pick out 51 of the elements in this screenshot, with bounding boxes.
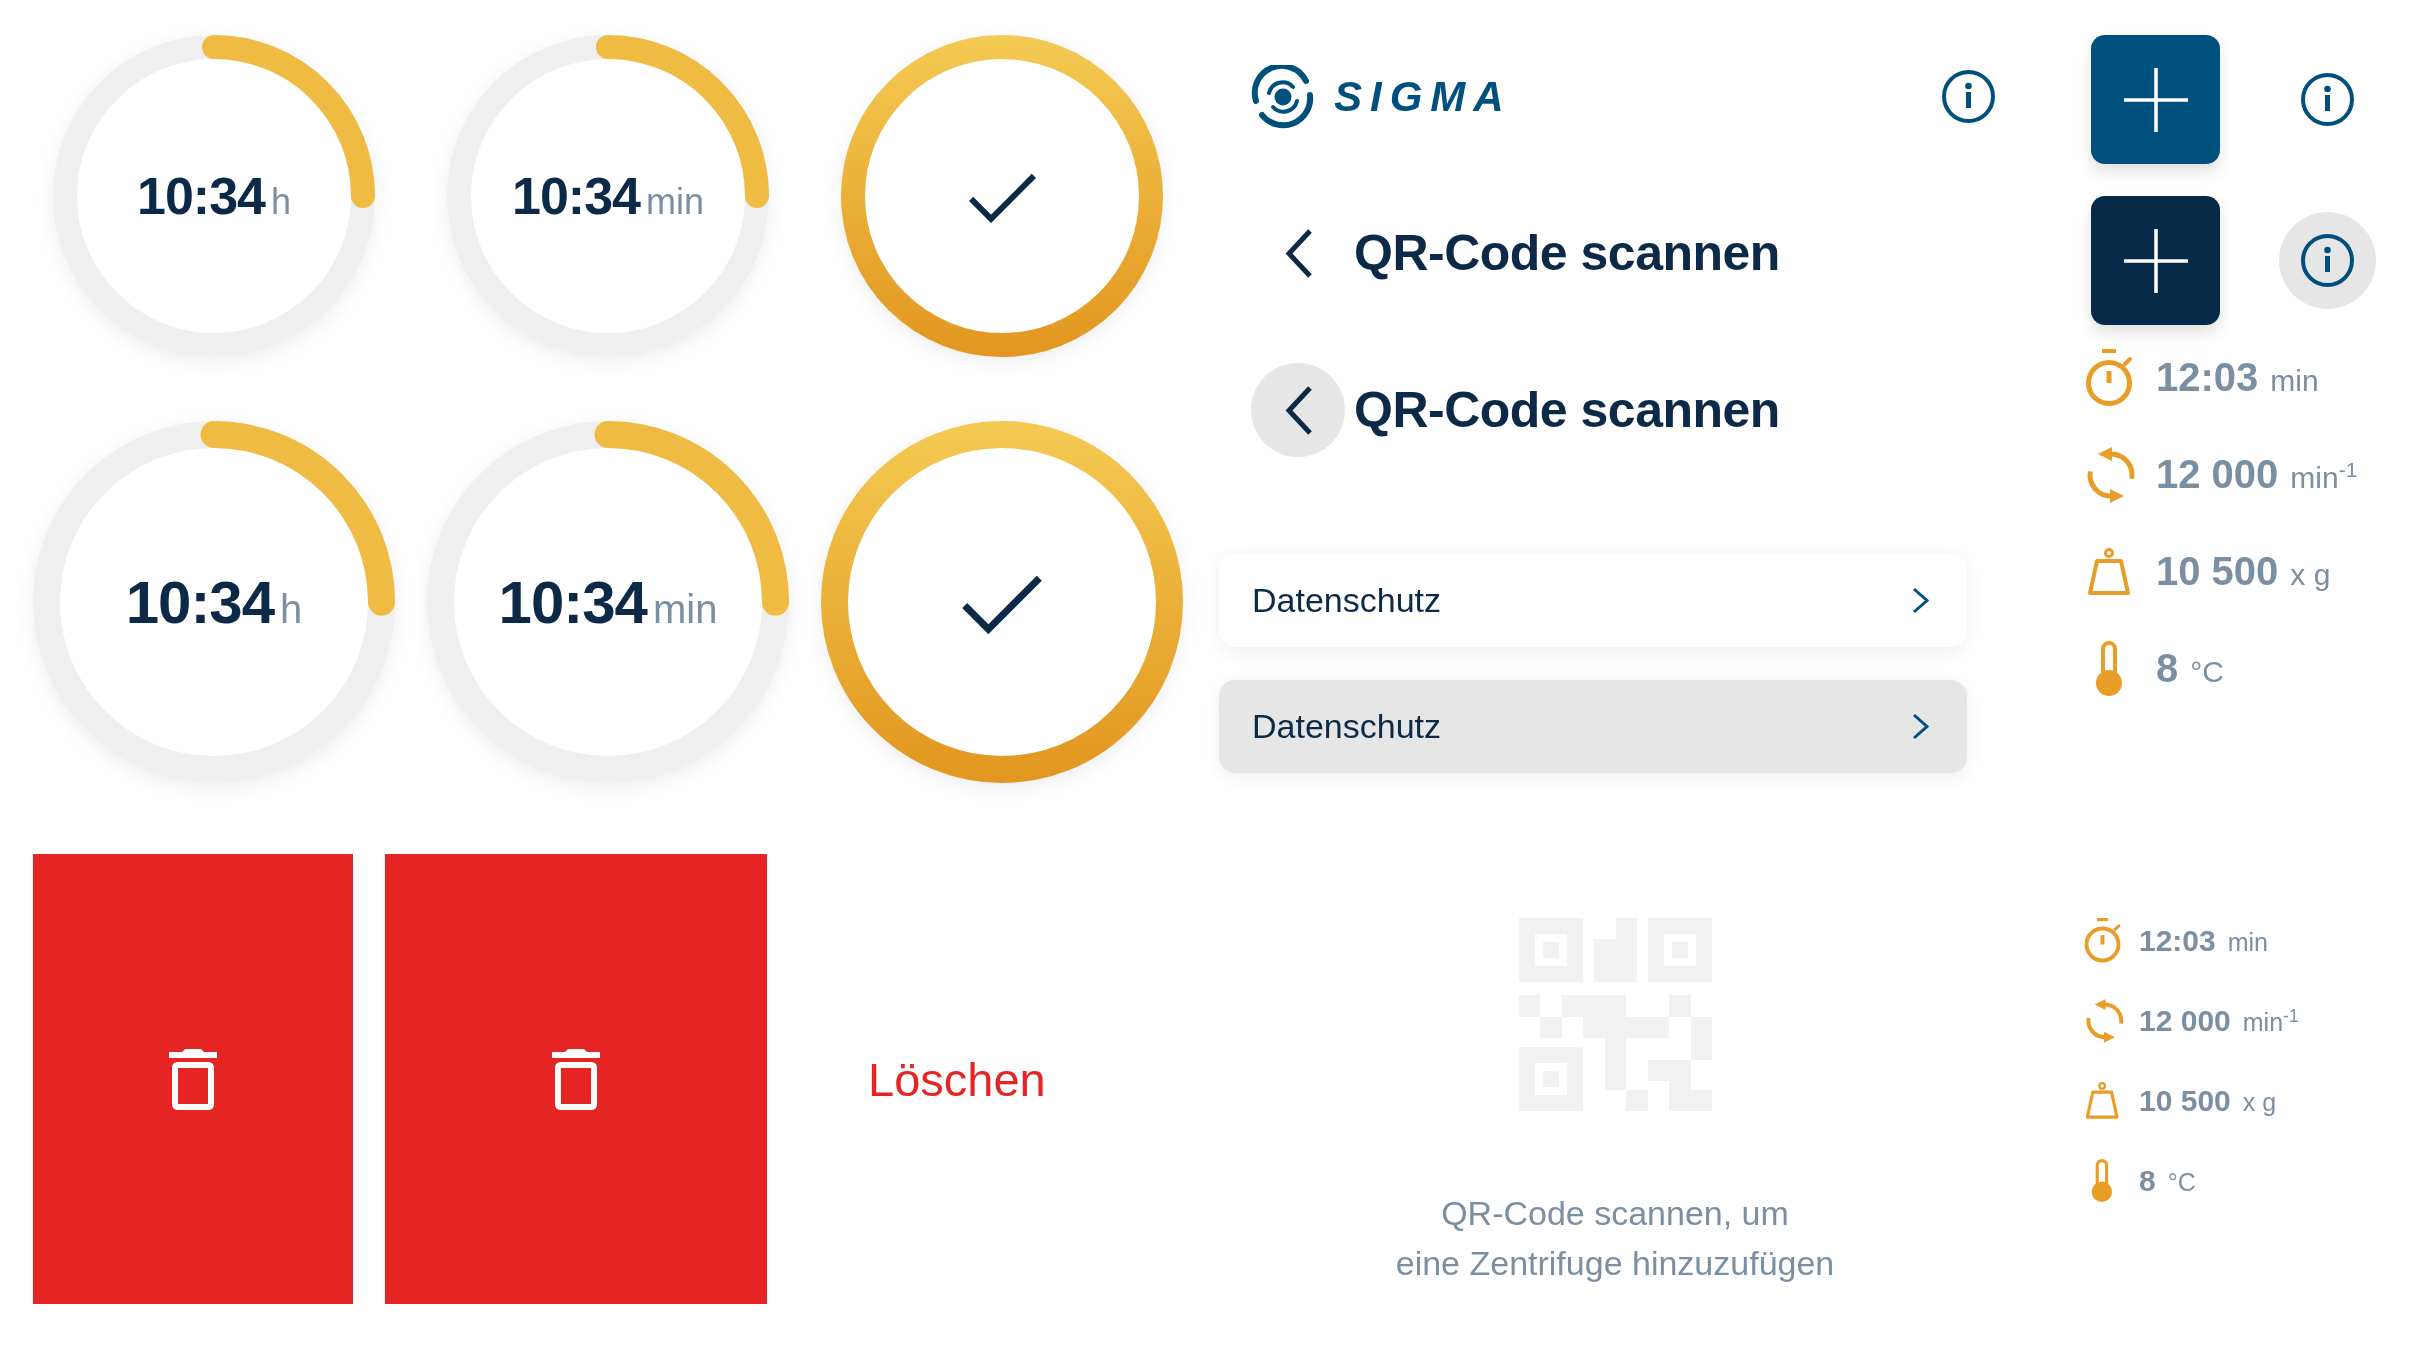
stat-unit: x g [2290,558,2331,592]
chevron-left-icon [1283,227,1313,279]
info-icon [2301,73,2354,126]
stopwatch-icon [2083,918,2122,964]
thermometer-icon [2095,640,2123,697]
delete-button[interactable]: Löschen [868,1051,1046,1107]
stat-value: 10 500 [2156,549,2279,594]
stat-value: 12:03 [2139,924,2216,958]
stat-unit: min$^{-1}$ [2242,1008,2299,1037]
stat-value: 8 [2139,1164,2156,1198]
stat-unit: °C [2167,1168,2196,1197]
qr-caption: QR-Code scannen, um eine Zentrifuge hinzuzufügen [1395,1193,1835,1284]
plus-icon [2123,67,2188,132]
list-item[interactable]: Datenschutz [1219,680,1967,773]
stat-value: 12 000 [2139,1004,2231,1038]
weight-icon [2084,1082,2120,1120]
timer-value: 10:34 [125,567,275,637]
list-item[interactable]: Datenschutz [1219,554,1967,647]
stat-unit: min [2227,928,2269,957]
trash-icon [552,1048,600,1110]
info-icon [1942,70,1995,123]
logo-icon [1251,64,1315,129]
stat-unit: min [2270,364,2319,398]
add-button[interactable] [2091,196,2220,325]
timer-unit: h [280,586,303,632]
logo-text: SIGMA [1334,72,1512,121]
stat-unit: x g [2242,1088,2277,1117]
stat-unit: °C [2190,655,2224,689]
trash-icon [169,1048,217,1110]
timer-value: 10:34 [137,166,265,226]
add-button[interactable] [2091,35,2220,164]
timer-unit: min [646,181,704,223]
weight-icon [2087,547,2131,596]
chevron-left-icon [1283,384,1313,436]
timer-value: 10:34 [498,567,647,637]
timer-unit: h [271,181,291,223]
stopwatch-icon [2084,348,2134,407]
chevron-right-icon [1912,587,1929,614]
stat-value: 12 000 [2156,452,2279,497]
stat-unit: min$^{-1}$ [2290,461,2358,495]
stat-value: 8 [2156,646,2179,691]
thermometer-icon [2091,1159,2113,1203]
stat-value: 12:03 [2156,355,2259,400]
stat-value: 10 500 [2139,1084,2231,1118]
chevron-right-icon [1912,713,1929,740]
plus-icon [2123,228,2188,293]
timer-value: 10:34 [512,166,640,226]
page-title: QR-Code scannen [1354,225,1780,281]
page-title: QR-Code scannen [1354,382,1780,438]
timer-unit: min [653,586,718,632]
info-icon [2301,234,2354,287]
